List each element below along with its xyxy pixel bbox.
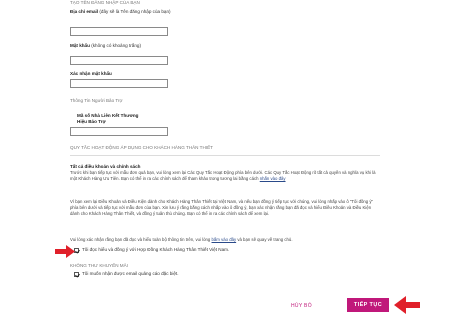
promo-checkbox-label: Tôi muốn nhận được email quảng cáo đặc b… — [82, 271, 179, 276]
arrow-right-icon — [55, 245, 75, 258]
confirm-prefix: Vui lòng xác nhận rằng bạn đã đọc và hiể… — [70, 237, 211, 242]
email-label: Địa chỉ email — [70, 9, 99, 14]
password-hint: (không có khoảng trắng) — [91, 43, 142, 48]
divider — [70, 155, 380, 156]
password-label-row: Mật khẩu (không có khoảng trắng) — [70, 43, 141, 49]
rules-heading: QUY TẮC HOẠT ĐỘNG ÁP DỤNG CHO KHÁCH HÀNG… — [70, 145, 213, 150]
agree-label: Tôi đọc hiểu và đồng ý với Hợp Đồng Khác… — [82, 247, 230, 252]
section-title-cut: TẠO TÊN ĐĂNG NHẬP CỦA BẠN — [70, 0, 140, 5]
confirm-password-field[interactable] — [70, 79, 168, 88]
password-field[interactable] — [70, 56, 168, 65]
email-field[interactable] — [70, 27, 168, 36]
email-label-row: Địa chỉ email (đây sẽ là Tên đăng nhập c… — [70, 9, 171, 15]
arrow-left-icon — [394, 296, 420, 314]
sponsor-code-field[interactable] — [70, 127, 168, 136]
cancel-button[interactable]: HỦY BỎ — [291, 303, 312, 309]
password-label: Mật khẩu — [70, 43, 90, 48]
terms-paragraph-2: Vì bạn xem lại Điều Khoản và Điều Kiện d… — [70, 199, 374, 217]
confirm-statement: Vui lòng xác nhận rằng bạn đã đọc và hiể… — [70, 237, 380, 243]
email-hint: (đây sẽ là Tên đăng nhập của bạn) — [99, 9, 171, 14]
return-home-link[interactable]: bấm vào đây — [212, 237, 237, 242]
registration-page: TẠO TÊN ĐĂNG NHẬP CỦA BẠN Địa chỉ email … — [0, 0, 451, 333]
confirm-suffix: và bạn sẽ quay về trang chủ. — [237, 237, 293, 242]
confirm-password-label: Xác nhận mật khẩu — [70, 71, 112, 76]
terms-text-1: Trước khi bạn tiếp tục với mẫu đơn quả b… — [70, 170, 376, 182]
continue-button[interactable]: TIẾP TỤC — [347, 298, 389, 312]
sponsor-info-heading: Thông Tin Người Bảo Trợ — [70, 98, 123, 103]
print-policy-link[interactable]: nhấn vào đây — [260, 176, 286, 181]
promo-heading: KHÔNG THƯ KHUYẾN MÃI — [70, 263, 128, 268]
promo-checkbox[interactable] — [74, 272, 79, 277]
sponsor-code-label: Mã số Nhà Liên Kết Thương Hiệu Bảo Trợ — [77, 113, 139, 124]
terms-paragraph-1: Trước khi bạn tiếp tục với mẫu đơn quả b… — [70, 170, 380, 182]
